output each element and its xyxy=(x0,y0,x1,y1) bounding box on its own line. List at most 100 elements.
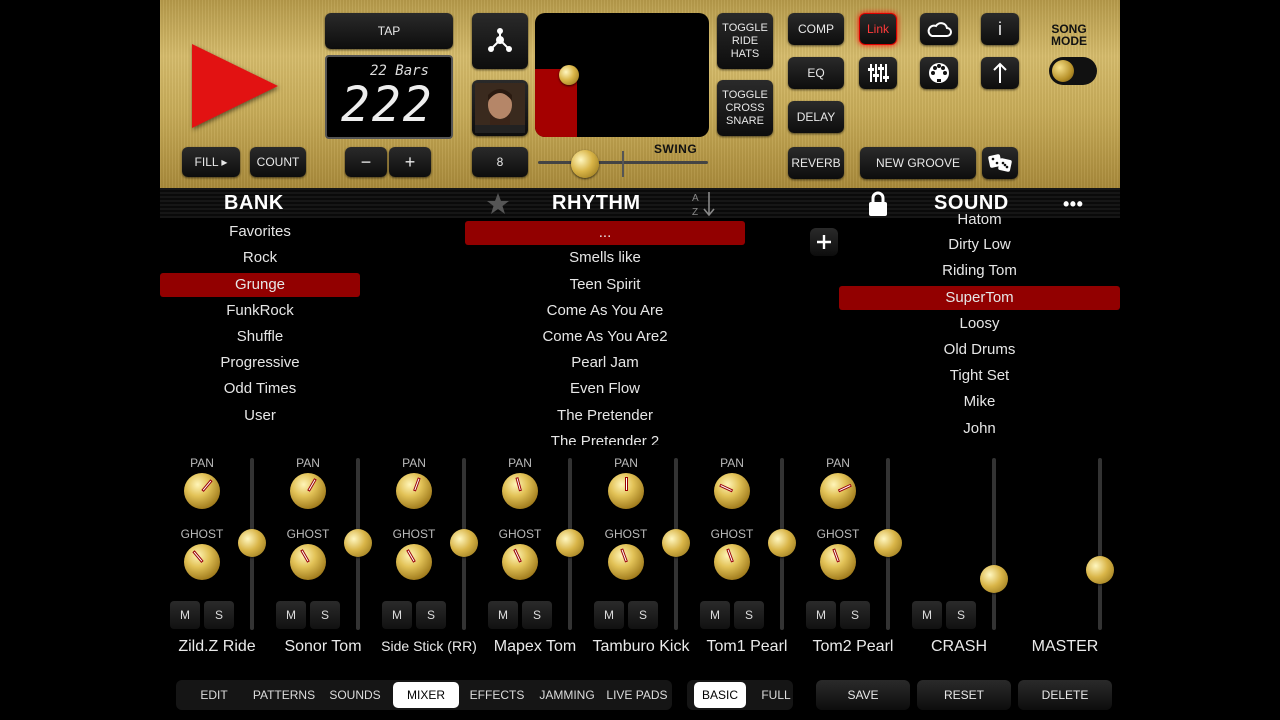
mute-button[interactable]: M xyxy=(488,601,518,629)
volume-fader-handle[interactable] xyxy=(874,529,902,557)
mute-button[interactable]: M xyxy=(594,601,624,629)
tempo-plus-button[interactable]: + xyxy=(389,147,431,177)
volume-fader-handle[interactable] xyxy=(980,565,1008,593)
master-fader[interactable] xyxy=(1098,458,1102,630)
tap-button[interactable]: TAP xyxy=(325,13,453,49)
pan-knob[interactable] xyxy=(608,473,644,509)
list-item[interactable]: John xyxy=(839,417,1120,441)
link-button[interactable]: Link xyxy=(859,13,897,45)
star-icon[interactable] xyxy=(486,192,510,216)
export-button[interactable] xyxy=(981,57,1019,89)
pan-knob[interactable] xyxy=(502,473,538,509)
pan-knob[interactable] xyxy=(820,473,856,509)
list-item[interactable]: Favorites xyxy=(160,220,360,244)
list-item[interactable]: The Pretender xyxy=(465,404,745,428)
mute-button[interactable]: M xyxy=(170,601,200,629)
list-item[interactable]: Dirty Low xyxy=(839,233,1120,257)
toggle-ride-hats-button[interactable]: TOGGLE RIDE HATS xyxy=(717,13,773,69)
solo-button[interactable]: S xyxy=(840,601,870,629)
play-icon[interactable] xyxy=(192,44,278,128)
artist-avatar[interactable] xyxy=(472,80,528,136)
reverb-button[interactable]: REVERB xyxy=(788,147,844,179)
network-button[interactable] xyxy=(472,13,528,69)
pan-knob[interactable] xyxy=(184,473,220,509)
solo-button[interactable]: S xyxy=(310,601,340,629)
mute-button[interactable]: M xyxy=(912,601,942,629)
list-item[interactable]: User xyxy=(160,404,360,428)
solo-button[interactable]: S xyxy=(204,601,234,629)
ghost-knob[interactable] xyxy=(502,544,538,580)
basic-button[interactable]: BASIC xyxy=(694,682,746,708)
swing-slider-handle[interactable] xyxy=(571,150,599,178)
list-item[interactable]: Mike xyxy=(839,390,1120,414)
list-item[interactable]: Even Flow xyxy=(465,377,745,401)
list-item[interactable]: Riding Tom xyxy=(839,259,1120,283)
info-button[interactable]: i xyxy=(981,13,1019,45)
solo-button[interactable]: S xyxy=(522,601,552,629)
tab-jamming[interactable]: JAMMING xyxy=(534,682,600,708)
ghost-knob[interactable] xyxy=(396,544,432,580)
list-item[interactable]: Pearl Jam xyxy=(465,351,745,375)
delete-button[interactable]: DELETE xyxy=(1018,680,1112,710)
pan-knob[interactable] xyxy=(290,473,326,509)
list-item[interactable]: Odd Times xyxy=(160,377,360,401)
list-item[interactable]: Come As You Are xyxy=(465,299,745,323)
bank-list[interactable]: Favorites Rock Grunge FunkRock Shuffle P… xyxy=(160,220,360,445)
list-item[interactable]: Come As You Are2 xyxy=(465,325,745,349)
tab-mixer[interactable]: MIXER xyxy=(393,682,459,708)
volume-fader-handle[interactable] xyxy=(556,529,584,557)
solo-button[interactable]: S xyxy=(946,601,976,629)
solo-button[interactable]: S xyxy=(628,601,658,629)
list-item[interactable]: Loosy xyxy=(839,312,1120,336)
add-rhythm-button[interactable] xyxy=(810,228,838,256)
solo-button[interactable]: S xyxy=(734,601,764,629)
song-mode-toggle[interactable] xyxy=(1049,57,1097,85)
list-item-selected[interactable]: SuperTom xyxy=(839,286,1120,310)
ghost-knob[interactable] xyxy=(714,544,750,580)
list-item[interactable]: Progressive xyxy=(160,351,360,375)
tab-sounds[interactable]: SOUNDS xyxy=(324,682,386,708)
xy-pad[interactable] xyxy=(535,13,709,137)
list-item[interactable]: Tight Set xyxy=(839,364,1120,388)
list-item[interactable]: The Pretender 2 xyxy=(465,430,745,445)
count-button[interactable]: COUNT xyxy=(250,147,306,177)
full-button[interactable]: FULL xyxy=(750,682,802,708)
volume-fader-handle[interactable] xyxy=(450,529,478,557)
volume-fader-handle[interactable] xyxy=(662,529,690,557)
pan-knob[interactable] xyxy=(714,473,750,509)
ghost-knob[interactable] xyxy=(608,544,644,580)
delay-button[interactable]: DELAY xyxy=(788,101,844,133)
sound-list[interactable]: Hatom Dirty Low Riding Tom SuperTom Loos… xyxy=(839,210,1120,445)
list-item-selected[interactable]: ... xyxy=(465,221,745,245)
tab-effects[interactable]: EFFECTS xyxy=(464,682,530,708)
comp-button[interactable]: COMP xyxy=(788,13,844,45)
volume-fader-handle[interactable] xyxy=(238,529,266,557)
volume-fader[interactable] xyxy=(992,458,996,630)
master-fader-handle[interactable] xyxy=(1086,556,1114,584)
save-button[interactable]: SAVE xyxy=(816,680,910,710)
rhythm-list[interactable]: ... Smells like Teen Spirit Come As You … xyxy=(465,220,745,445)
cloud-button[interactable] xyxy=(920,13,958,45)
sort-az-icon[interactable]: AZ xyxy=(691,190,717,218)
list-item[interactable]: Teen Spirit xyxy=(465,273,745,297)
mute-button[interactable]: M xyxy=(382,601,412,629)
ghost-knob[interactable] xyxy=(290,544,326,580)
list-item[interactable]: Rock xyxy=(160,246,360,270)
tempo-minus-button[interactable]: − xyxy=(345,147,387,177)
mute-button[interactable]: M xyxy=(700,601,730,629)
solo-button[interactable]: S xyxy=(416,601,446,629)
pan-knob[interactable] xyxy=(396,473,432,509)
volume-fader-handle[interactable] xyxy=(768,529,796,557)
midi-button[interactable] xyxy=(920,57,958,89)
new-groove-button[interactable]: NEW GROOVE xyxy=(860,147,976,179)
list-item[interactable]: Hatom xyxy=(839,210,1120,232)
list-item[interactable]: Old Drums xyxy=(839,338,1120,362)
mixer-settings-button[interactable] xyxy=(859,57,897,89)
toggle-cross-snare-button[interactable]: TOGGLE CROSS SNARE xyxy=(717,80,773,136)
ghost-knob[interactable] xyxy=(820,544,856,580)
fill-button[interactable]: FILL ▸ xyxy=(182,147,240,177)
tab-live-pads[interactable]: LIVE PADS xyxy=(604,682,670,708)
pad-handle[interactable] xyxy=(559,65,579,85)
mute-button[interactable]: M xyxy=(276,601,306,629)
eq-button[interactable]: EQ xyxy=(788,57,844,89)
